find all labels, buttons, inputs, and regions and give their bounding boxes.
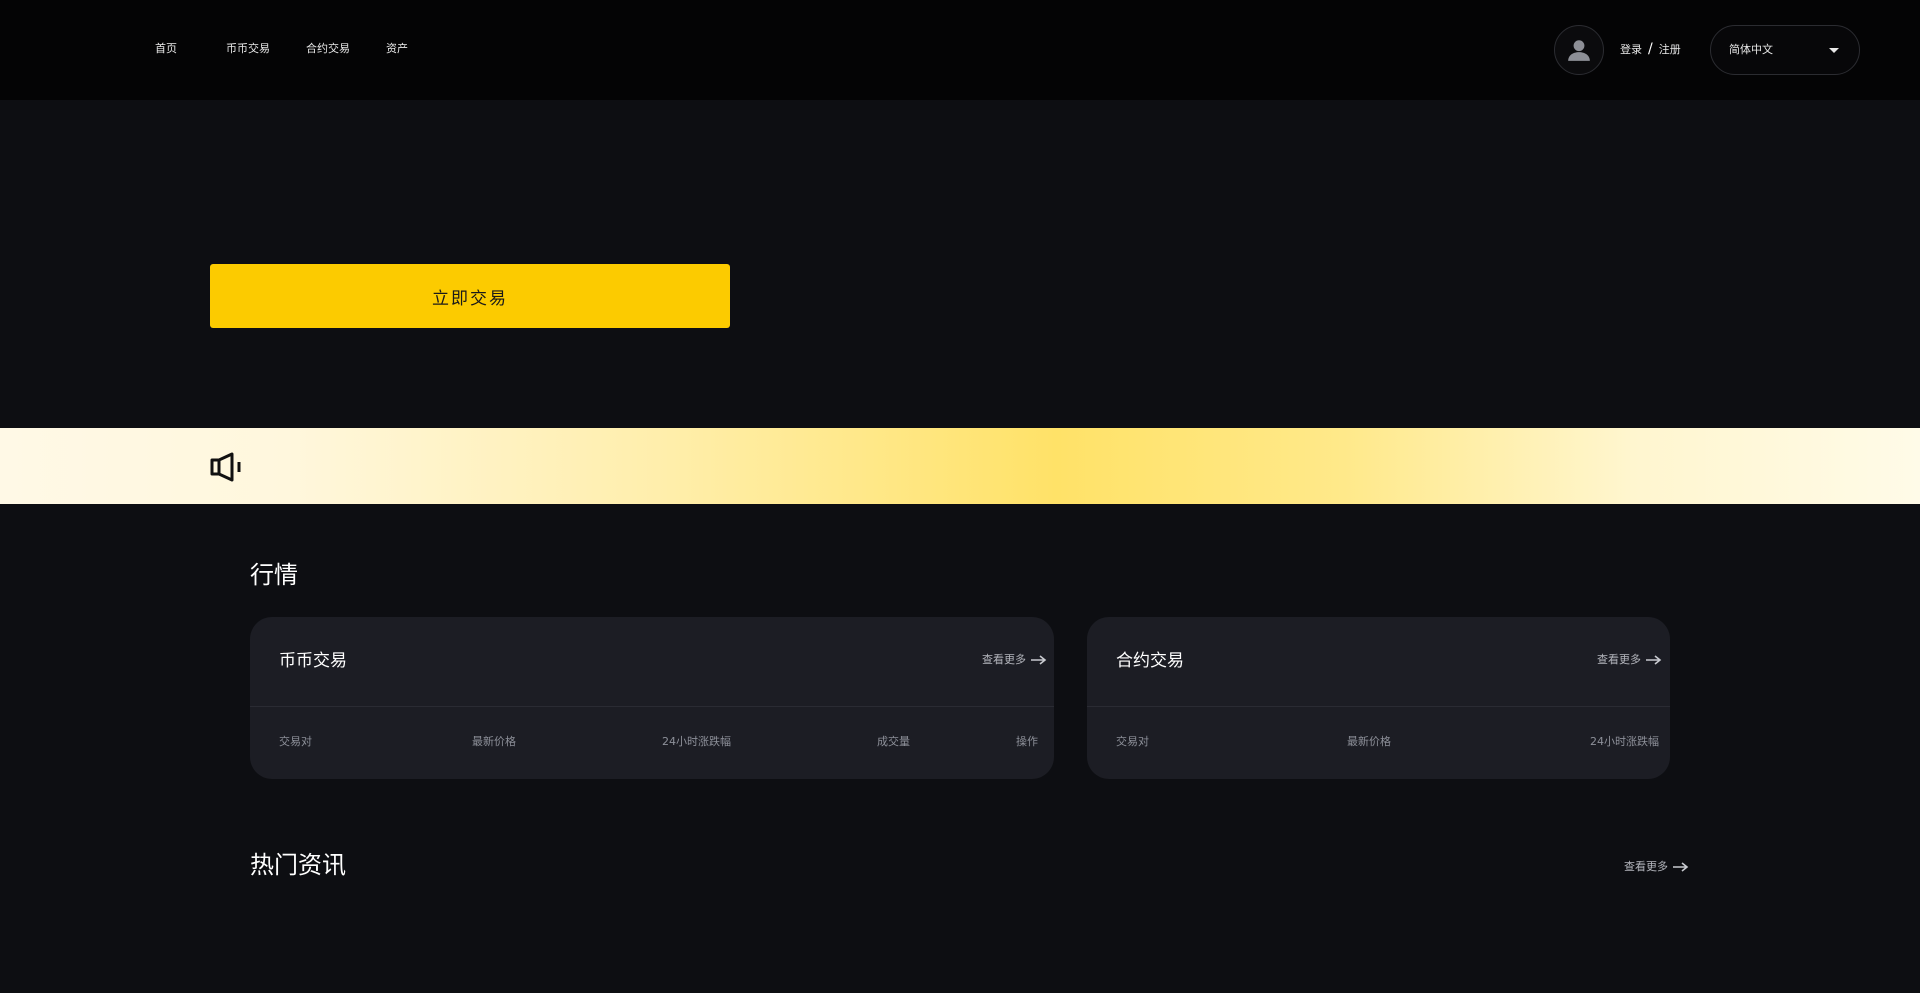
- arrow-right-icon: [1673, 862, 1689, 872]
- user-icon: [1568, 40, 1590, 61]
- col-head-volume: 成交量: [877, 735, 910, 748]
- chevron-down-icon: [1829, 48, 1839, 53]
- col-head-action: 操作: [1016, 735, 1038, 748]
- arrow-right-icon: [1031, 655, 1047, 665]
- auth-separator: /: [1648, 41, 1653, 57]
- announcement-banner: [0, 428, 1920, 504]
- futures-view-more-label: 查看更多: [1597, 653, 1641, 666]
- spot-card-title: 币币交易: [279, 651, 347, 671]
- news-view-more-link[interactable]: 查看更多: [1624, 860, 1689, 874]
- arrow-right-icon: [1646, 655, 1662, 665]
- nav-assets[interactable]: 资产: [386, 42, 408, 56]
- col-head-change: 24小时涨跌幅: [1590, 735, 1659, 748]
- language-selected-label: 简体中文: [1729, 43, 1773, 56]
- news-view-more-label: 查看更多: [1624, 860, 1668, 873]
- spot-view-more-link[interactable]: 查看更多: [982, 653, 1047, 667]
- futures-view-more-link[interactable]: 查看更多: [1597, 653, 1662, 667]
- speaker-icon: [210, 452, 241, 482]
- card-divider: [250, 706, 1054, 707]
- user-avatar-button[interactable]: [1554, 25, 1604, 75]
- news-section-title: 热门资讯: [250, 851, 346, 879]
- col-head-pair: 交易对: [1116, 735, 1149, 748]
- col-head-price: 最新价格: [1347, 735, 1391, 748]
- nav-home[interactable]: 首页: [155, 42, 177, 56]
- language-select[interactable]: 简体中文: [1710, 25, 1860, 75]
- futures-card-title: 合约交易: [1116, 651, 1184, 671]
- col-head-pair: 交易对: [279, 735, 312, 748]
- spot-view-more-label: 查看更多: [982, 653, 1026, 666]
- spot-market-card: 币币交易 查看更多 交易对 最新价格 24小时涨跌幅 成交量 操作: [250, 617, 1054, 779]
- auth-links: 登录 / 注册: [1620, 42, 1681, 57]
- nav-spot-trading[interactable]: 币币交易: [226, 42, 270, 56]
- markets-title: 行情: [250, 561, 298, 589]
- trade-now-button[interactable]: 立即交易: [210, 264, 730, 328]
- futures-market-card: 合约交易 查看更多 交易对 最新价格 24小时涨跌幅: [1087, 617, 1670, 779]
- register-link[interactable]: 注册: [1659, 43, 1681, 56]
- nav-futures-trading[interactable]: 合约交易: [306, 42, 350, 56]
- col-head-change: 24小时涨跌幅: [662, 735, 731, 748]
- card-divider: [1087, 706, 1670, 707]
- top-header: 首页 币币交易 合约交易 资产 登录 / 注册 简体中文: [0, 0, 1920, 100]
- login-link[interactable]: 登录: [1620, 43, 1642, 56]
- col-head-price: 最新价格: [472, 735, 516, 748]
